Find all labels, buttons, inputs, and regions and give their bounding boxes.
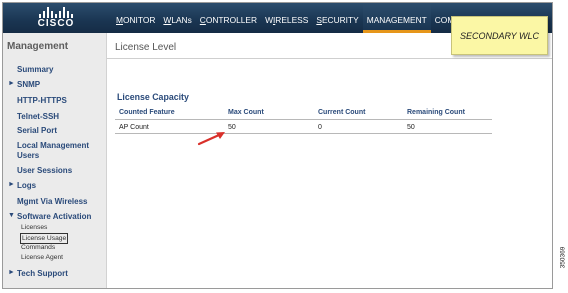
column-header: Counted Feature bbox=[119, 109, 175, 116]
sidebar-title: Management bbox=[7, 41, 69, 52]
nav-security[interactable]: S ECURITY bbox=[312, 3, 362, 33]
sidebar-item-logs[interactable]: Logs bbox=[17, 181, 105, 191]
column-header: Remaining Count bbox=[407, 109, 465, 116]
cisco-logo: CISCO bbox=[33, 6, 79, 30]
nav-monitor[interactable]: M ONITOR bbox=[112, 3, 159, 33]
nav-management-label: MANAGEMENT bbox=[366, 15, 427, 25]
main-nav: M ONITOR W LANs C ONTROLLER W I RELESS S ECURI… bbox=[112, 3, 471, 33]
figure-id-text: 350369 bbox=[559, 246, 567, 269]
sidebar-item-serial-port[interactable]: Serial Port bbox=[17, 126, 105, 136]
nav-security-label: ECURITY bbox=[321, 15, 359, 25]
section-title: License Capacity bbox=[117, 92, 189, 102]
red-arrow-icon bbox=[197, 132, 225, 146]
sidebar-item-telnet-ssh[interactable]: Telnet-SSH bbox=[17, 112, 105, 122]
sidebar-sub-license-agent[interactable]: License Agent bbox=[21, 253, 63, 262]
sidebar-item-http-https[interactable]: HTTP-HTTPS bbox=[17, 96, 105, 106]
table-cell: AP Count bbox=[119, 124, 149, 131]
nav-wlans-accel: W bbox=[163, 15, 172, 25]
cisco-logo-text: CISCO bbox=[37, 18, 75, 29]
app-window: CISCO M ONITOR W LANs C ONTROLLER W I RELESS … bbox=[2, 2, 553, 289]
nav-wireless[interactable]: W I RELESS bbox=[261, 3, 312, 33]
column-header: Current Count bbox=[318, 109, 366, 116]
expand-caret-icon[interactable]: ► bbox=[8, 269, 15, 276]
table-cell: 50 bbox=[228, 124, 236, 131]
callout-text: SECONDARY WLC bbox=[459, 30, 539, 41]
sidebar-item-user-sessions[interactable]: User Sessions bbox=[17, 166, 105, 176]
page-title: License Level bbox=[115, 42, 177, 53]
table-row: AP Count 50 0 50 bbox=[115, 120, 492, 134]
nav-wlans[interactable]: W LANs bbox=[159, 3, 195, 33]
main-content: License Level License Capacity Counted F… bbox=[107, 33, 552, 288]
cisco-logo-bars-icon bbox=[39, 6, 73, 18]
sidebar-item-tech-support[interactable]: Tech Support bbox=[17, 269, 105, 279]
sidebar: Management Summary ► SNMP HTTP-HTTPS Tel… bbox=[3, 33, 107, 288]
figure-id: 350369 bbox=[558, 236, 567, 284]
sidebar-sub-commands[interactable]: Commands bbox=[21, 243, 55, 252]
nav-monitor-accel: M bbox=[116, 15, 123, 25]
sidebar-item-snmp[interactable]: SNMP bbox=[17, 80, 105, 90]
table-header: Counted Feature Max Count Current Count … bbox=[115, 107, 492, 120]
sidebar-item-mgmt-via-wireless[interactable]: Mgmt Via Wireless bbox=[17, 197, 105, 207]
expand-caret-icon[interactable]: ► bbox=[8, 80, 15, 87]
expand-caret-icon[interactable]: ► bbox=[8, 181, 15, 188]
nav-wlans-label: LANs bbox=[171, 15, 192, 25]
secondary-wlc-callout: SECONDARY WLC bbox=[451, 16, 548, 55]
sidebar-sub-licenses[interactable]: Licenses bbox=[21, 223, 47, 232]
sidebar-item-local-management-users[interactable]: Local Management Users bbox=[17, 141, 105, 161]
title-divider bbox=[107, 58, 552, 59]
license-capacity-table: Counted Feature Max Count Current Count … bbox=[115, 107, 492, 134]
table-cell: 0 bbox=[318, 124, 322, 131]
table-cell: 50 bbox=[407, 124, 415, 131]
nav-wireless-pre: W bbox=[265, 15, 273, 25]
sidebar-item-software-activation[interactable]: Software Activation bbox=[17, 212, 105, 222]
collapse-caret-icon[interactable]: ▼ bbox=[8, 212, 15, 219]
nav-controller[interactable]: C ONTROLLER bbox=[196, 3, 261, 33]
column-header: Max Count bbox=[228, 109, 264, 116]
nav-wireless-label: RELESS bbox=[275, 15, 309, 25]
nav-controller-label: ONTROLLER bbox=[205, 15, 258, 25]
nav-management[interactable]: MANAGEMENT bbox=[362, 3, 431, 33]
nav-monitor-label: ONITOR bbox=[122, 15, 156, 25]
sidebar-item-summary[interactable]: Summary bbox=[17, 65, 105, 75]
